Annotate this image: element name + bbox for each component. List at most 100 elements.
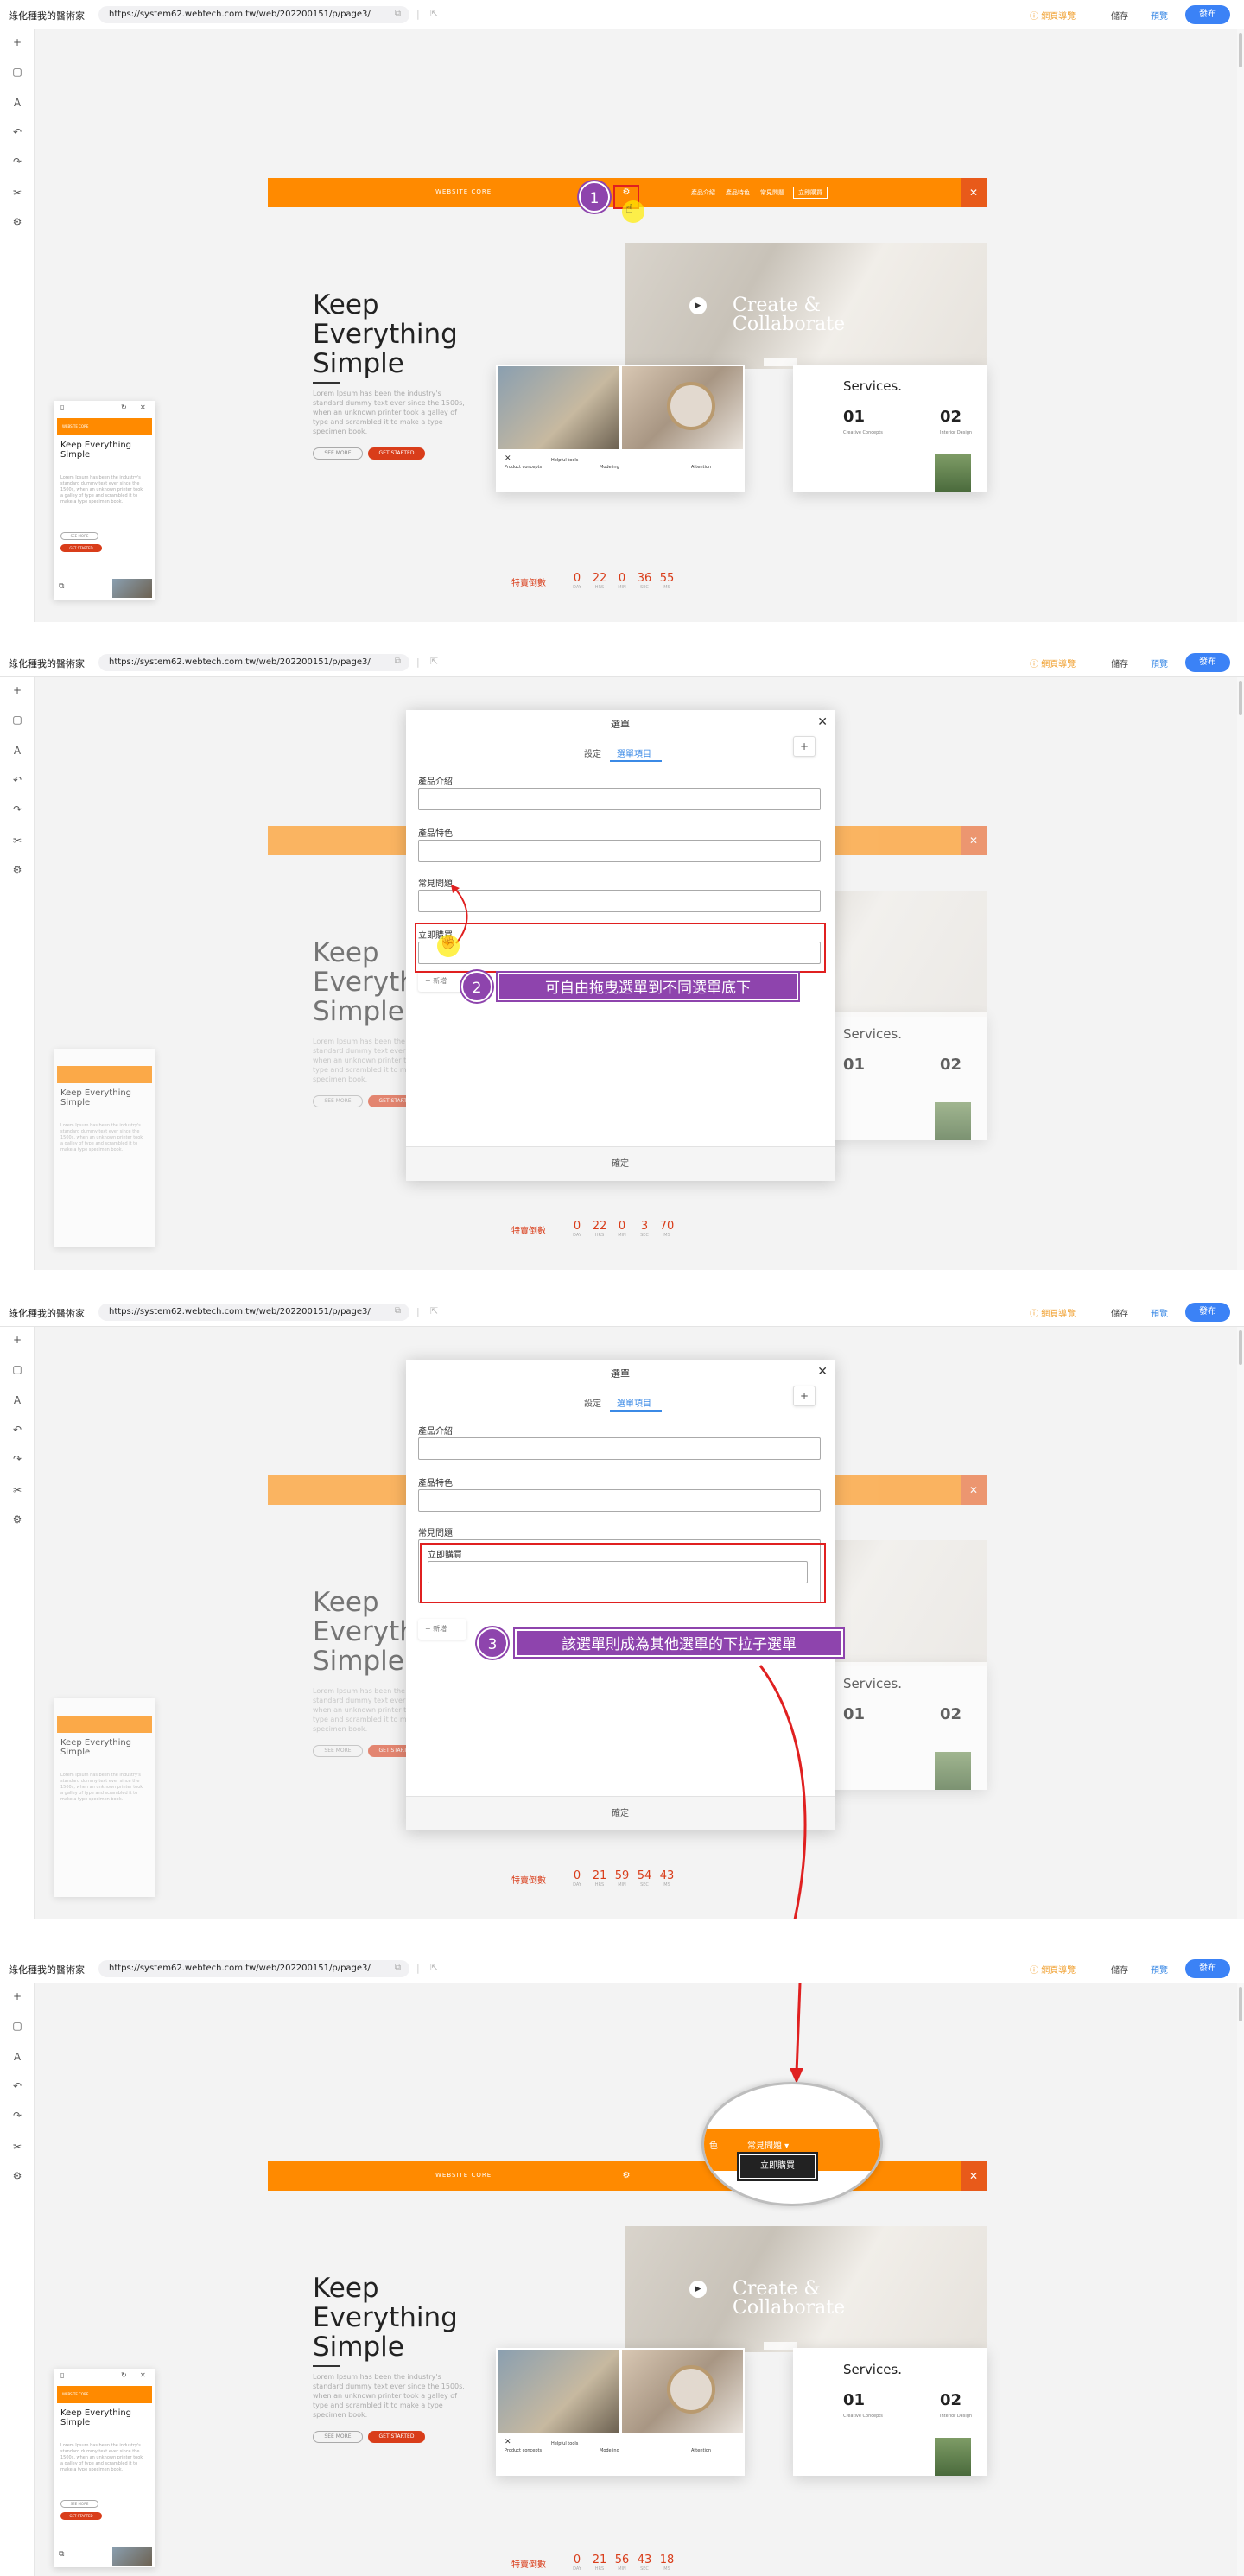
save-button[interactable]: 儲存 — [1111, 9, 1128, 22]
external-link-icon[interactable]: ⇱ — [430, 8, 438, 19]
publish-button[interactable]: 發布 — [1185, 1303, 1230, 1322]
modal-close-icon[interactable]: ✕ — [817, 715, 828, 729]
publish-button[interactable]: 發布 — [1185, 1959, 1230, 1978]
copy-icon[interactable]: ⧉ — [395, 1306, 401, 1316]
nav-item-3[interactable]: 常見問題 — [760, 188, 784, 197]
save-button[interactable]: 儲存 — [1111, 1306, 1128, 1319]
mobile-preview[interactable]: Keep Everything Simple Lorem Ipsum has b… — [54, 1698, 156, 1897]
play-icon[interactable]: ▶ — [689, 2281, 707, 2298]
guided-tour-link[interactable]: ⓘ 網頁導覽 — [1030, 9, 1076, 22]
add-row-button[interactable]: + 新增 — [418, 1619, 466, 1640]
see-more-button[interactable]: SEE MORE — [313, 1745, 363, 1757]
scrollbar-thumb[interactable] — [1239, 681, 1242, 715]
menu-item-input-1[interactable] — [418, 788, 821, 810]
tools-icon[interactable]: ✂ — [10, 1484, 24, 1498]
undo-icon[interactable]: ↶ — [10, 126, 24, 140]
undo-icon[interactable]: ↶ — [10, 774, 24, 788]
create-button[interactable] — [764, 2342, 797, 2350]
plus-icon[interactable]: + — [10, 1334, 24, 1348]
tools-icon[interactable]: ✂ — [10, 2141, 24, 2154]
settings-icon[interactable]: ⚙ — [10, 1513, 24, 1527]
url-field[interactable]: https://system62.webtech.com.tw/web/2022… — [98, 1304, 409, 1321]
redo-icon[interactable]: ↷ — [10, 155, 24, 169]
get-started-button[interactable]: GET STARTED — [368, 2431, 425, 2443]
scrollbar[interactable] — [1237, 1327, 1244, 1919]
copy-icon[interactable]: ⧉ — [395, 1963, 401, 1972]
text-icon[interactable]: A — [10, 2051, 24, 2065]
create-button[interactable] — [764, 358, 797, 366]
guided-tour-link[interactable]: ⓘ 網頁導覽 — [1030, 1306, 1076, 1319]
tab-settings[interactable]: 設定 — [584, 1396, 601, 1409]
guided-tour-link[interactable]: ⓘ 網頁導覽 — [1030, 1963, 1076, 1976]
menu-item-input-1[interactable] — [418, 1437, 821, 1460]
preview-button[interactable]: 預覽 — [1151, 9, 1168, 22]
get-started-button[interactable]: GET STARTED — [368, 447, 425, 460]
menu-item-input-2[interactable] — [418, 840, 821, 862]
text-icon[interactable]: A — [10, 97, 24, 111]
mobile-get-started[interactable]: GET STARTED — [60, 544, 102, 552]
save-button[interactable]: 儲存 — [1111, 1963, 1128, 1976]
see-more-button[interactable]: SEE MORE — [313, 447, 363, 460]
undo-icon[interactable]: ↶ — [10, 2080, 24, 2094]
magnified-submenu-item[interactable]: 立即購買 — [737, 2152, 818, 2181]
scrollbar[interactable] — [1237, 29, 1244, 622]
nav-item-1[interactable]: 產品介紹 — [691, 188, 715, 197]
tools-icon[interactable]: ✂ — [10, 187, 24, 200]
redo-icon[interactable]: ↷ — [10, 2110, 24, 2123]
settings-icon[interactable]: ⚙ — [10, 864, 24, 878]
mobile-get-started[interactable]: GET STARTED — [60, 2512, 102, 2520]
preview-button[interactable]: 預覽 — [1151, 1963, 1168, 1976]
magnified-dropdown[interactable]: 常見問題 ▾ — [747, 2138, 789, 2151]
gallery-close-icon[interactable]: ✕ — [505, 454, 511, 463]
plus-icon[interactable]: + — [10, 684, 24, 698]
settings-icon[interactable]: ⚙ — [10, 216, 24, 230]
scrollbar[interactable] — [1237, 1983, 1244, 2576]
layers-icon[interactable]: ▢ — [10, 1363, 24, 1377]
text-icon[interactable]: A — [10, 1394, 24, 1408]
url-field[interactable]: https://system62.webtech.com.tw/web/2022… — [98, 654, 409, 671]
nav-item-2[interactable]: 產品特色 — [726, 188, 750, 197]
copy-icon[interactable]: ⧉ — [59, 582, 64, 591]
header-close-icon[interactable]: ✕ — [961, 1475, 987, 1505]
layers-icon[interactable]: ▢ — [10, 2020, 24, 2034]
see-more-button[interactable]: SEE MORE — [313, 2431, 363, 2443]
confirm-button[interactable]: 確定 — [406, 1146, 835, 1181]
settings-icon[interactable]: ⚙ — [10, 2170, 24, 2184]
modal-close-icon[interactable]: ✕ — [817, 1365, 828, 1379]
url-field[interactable]: https://system62.webtech.com.tw/web/2022… — [98, 1960, 409, 1977]
mobile-close-icon[interactable]: ✕ — [140, 403, 146, 411]
publish-button[interactable]: 發布 — [1185, 5, 1230, 24]
text-icon[interactable]: A — [10, 745, 24, 758]
layers-icon[interactable]: ▢ — [10, 714, 24, 727]
external-link-icon[interactable]: ⇱ — [430, 1962, 438, 1973]
play-icon[interactable]: ▶ — [689, 297, 707, 314]
refresh-icon[interactable]: ↻ — [121, 403, 127, 411]
phone-icon[interactable]: ▯ — [60, 403, 64, 411]
mobile-preview[interactable]: ▯ ↻ ✕ WEBSITE CORE Keep Everything Simple … — [54, 2369, 156, 2567]
header-close-icon[interactable]: ✕ — [961, 2161, 987, 2191]
phone-icon[interactable]: ▯ — [60, 2371, 64, 2379]
undo-icon[interactable]: ↶ — [10, 1424, 24, 1437]
publish-button[interactable]: 發布 — [1185, 653, 1230, 672]
layers-icon[interactable]: ▢ — [10, 66, 24, 79]
gallery-close-icon[interactable]: ✕ — [505, 2438, 511, 2446]
save-button[interactable]: 儲存 — [1111, 657, 1128, 669]
tools-icon[interactable]: ✂ — [10, 834, 24, 848]
scrollbar-thumb[interactable] — [1239, 1987, 1242, 2021]
mobile-preview[interactable]: ▯ ↻ ✕ WEBSITE CORE Keep Everything Simple … — [54, 401, 156, 600]
add-menu-item-button[interactable]: + — [793, 736, 816, 757]
refresh-icon[interactable]: ↻ — [121, 2371, 127, 2379]
copy-icon[interactable]: ⧉ — [59, 2550, 64, 2559]
plus-icon[interactable]: + — [10, 36, 24, 50]
scrollbar-thumb[interactable] — [1239, 1330, 1242, 1365]
mobile-preview[interactable]: Keep Everything Simple Lorem Ipsum has b… — [54, 1049, 156, 1247]
nav-cta[interactable]: 立即購買 — [793, 187, 828, 199]
preview-button[interactable]: 預覽 — [1151, 657, 1168, 669]
add-menu-item-button[interactable]: + — [793, 1386, 816, 1406]
guided-tour-link[interactable]: ⓘ 網頁導覽 — [1030, 657, 1076, 669]
redo-icon[interactable]: ↷ — [10, 1453, 24, 1467]
scrollbar-thumb[interactable] — [1239, 33, 1242, 67]
tab-menu-items[interactable]: 選單項目 — [617, 746, 651, 759]
plus-icon[interactable]: + — [10, 1990, 24, 2004]
menu-item-input-2[interactable] — [418, 1489, 821, 1512]
